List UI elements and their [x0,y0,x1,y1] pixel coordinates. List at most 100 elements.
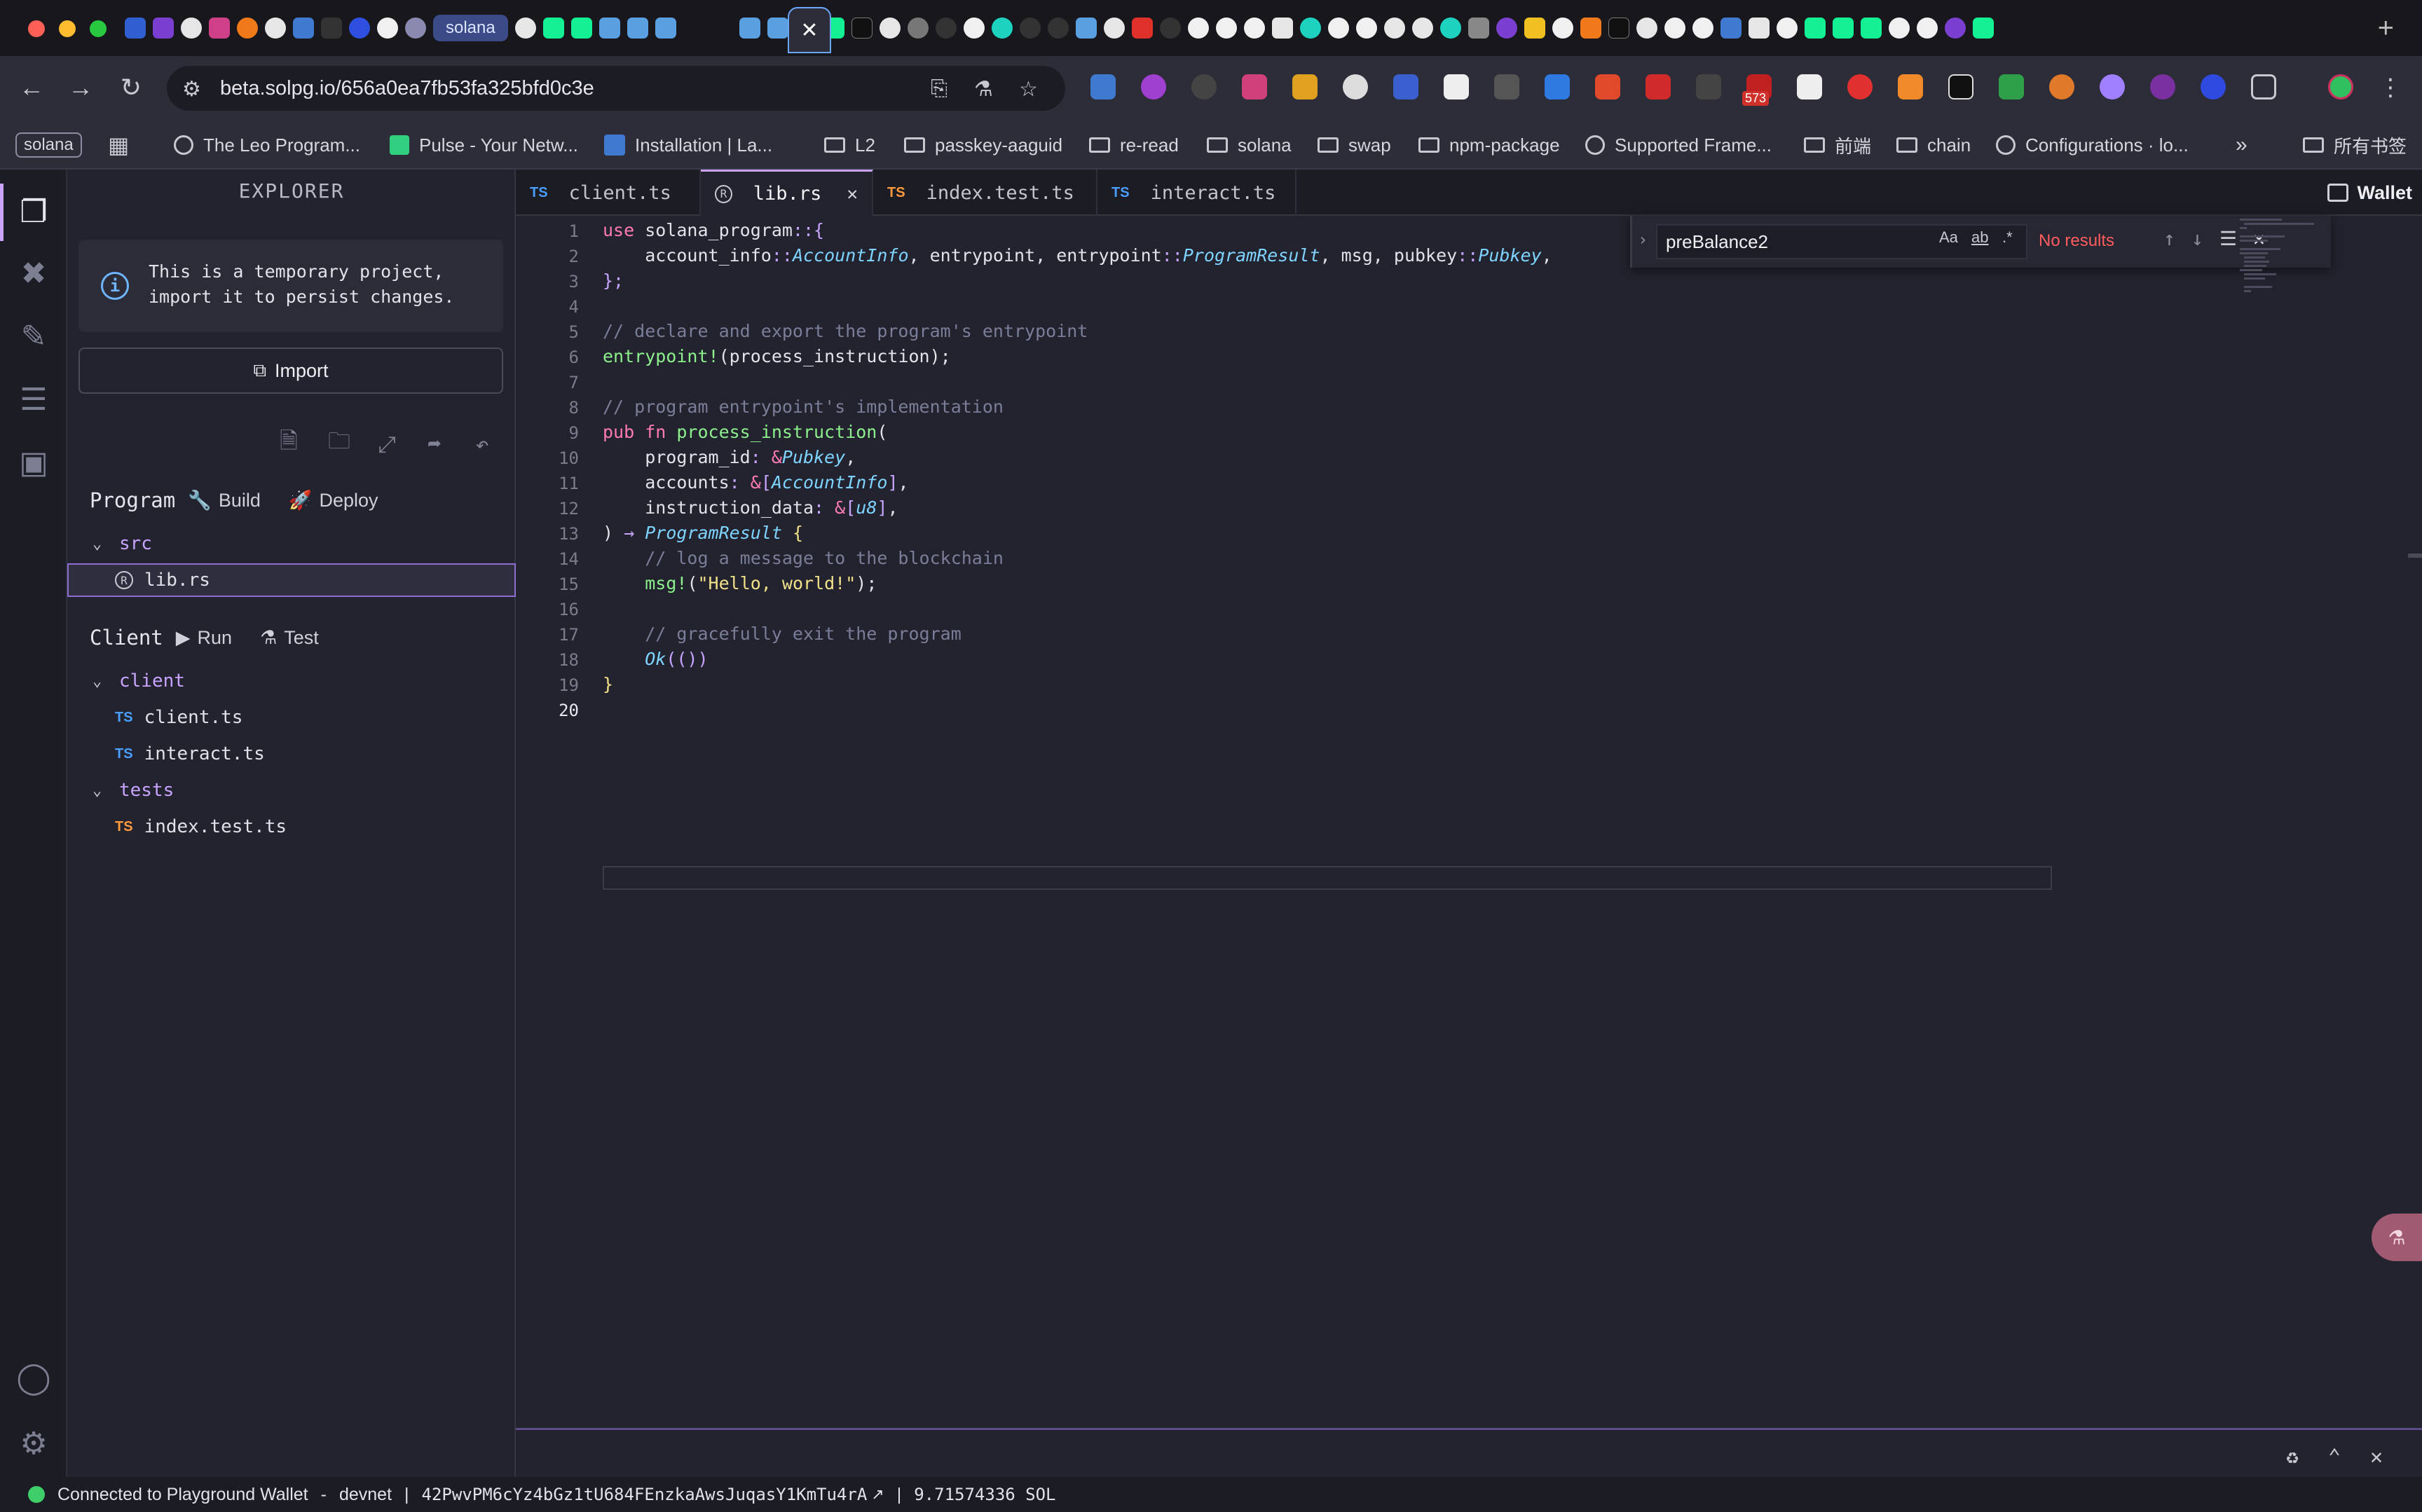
google-tab-icon[interactable] [1552,18,1573,39]
tab-favicon[interactable] [125,18,146,39]
github-tab-icon[interactable] [181,18,202,39]
regex-toggle[interactable]: .* [2002,228,2013,247]
tab-favicon[interactable] [1019,18,1041,39]
solana-tab-icon[interactable] [739,18,760,39]
apps-grid-icon[interactable]: ▦ [108,129,129,161]
tab-favicon[interactable] [991,18,1013,39]
tutorials-notebook-icon[interactable]: ☰ [14,380,53,419]
tab-favicon[interactable] [1299,18,1321,39]
forward-button[interactable]: → [64,71,97,104]
solpg-tab-icon[interactable] [1832,18,1854,39]
extension-icon[interactable] [1999,74,2024,99]
file-interact-ts[interactable]: TS interact.ts [67,737,516,771]
tab-favicon[interactable] [1271,18,1293,39]
tab-favicon[interactable] [1439,18,1461,39]
zoom-window-button[interactable] [90,20,107,37]
extension-icon[interactable] [1242,74,1267,99]
build-button[interactable]: 🔧 Build [188,489,261,511]
tab-favicon[interactable] [237,18,258,39]
extension-icon[interactable]: 573 [1742,74,1772,106]
extension-icon[interactable] [2100,74,2125,99]
dev-tab-icon[interactable] [851,18,873,39]
extensions-puzzle-icon[interactable] [2251,74,2276,99]
import-button[interactable]: ⧉ Import [78,348,503,394]
collapse-folders-icon[interactable]: ⤢ [373,430,401,458]
folder-tests[interactable]: ⌄ tests [67,774,516,807]
test-button[interactable]: ⚗ Test [260,627,319,649]
extension-icon[interactable] [1545,74,1570,99]
folder-src[interactable]: ⌄ src [67,527,516,561]
tab-favicon[interactable] [1159,18,1181,39]
extension-icon[interactable] [1292,74,1318,99]
reset-undo-icon[interactable]: ↶ [468,430,496,458]
bookmark-folder[interactable]: npm-package [1418,129,1560,161]
bookmark-item[interactable]: Pulse - Your Netw... [390,129,578,161]
google-tab-icon[interactable] [1888,18,1910,39]
solana-tab-icon[interactable] [767,18,788,39]
solana-tab-icon[interactable] [598,18,620,39]
github-tab-icon[interactable] [1383,18,1405,39]
extension-icon[interactable] [1646,74,1671,99]
solpg-tab-icon[interactable] [1804,18,1826,39]
bookmark-item[interactable]: Supported Frame... [1585,129,1772,161]
extension-icon[interactable] [1847,74,1873,99]
google-tab-icon[interactable] [1243,18,1265,39]
external-link-icon[interactable]: ↗ [871,1485,884,1504]
back-button[interactable]: ← [15,71,48,104]
minimize-window-button[interactable] [59,20,76,37]
solana-tab-icon[interactable] [1075,18,1097,39]
browser-menu-icon[interactable]: ⋮ [2374,71,2407,104]
find-in-selection-icon[interactable]: ☰ [2219,227,2237,250]
google-tab-icon[interactable] [963,18,985,39]
solpg-tab-icon[interactable] [570,18,592,39]
close-tab-icon[interactable]: ✕ [800,18,818,43]
extension-shield-icon[interactable] [2201,74,2226,99]
google-tab-icon[interactable] [1776,18,1798,39]
solana-tab-icon[interactable] [655,18,676,39]
google-tab-icon[interactable] [377,18,398,39]
close-tab-icon[interactable]: ✕ [847,184,858,205]
tab-favicon[interactable] [1103,18,1125,39]
bookmark-item[interactable]: Installation | La... [604,129,772,161]
vertical-scrollbar[interactable] [2408,554,2422,558]
match-case-toggle[interactable]: Aa [1939,228,1958,247]
bookmark-folder-all[interactable]: 所有书签 [2303,129,2407,161]
google-tab-icon[interactable] [1187,18,1209,39]
google-tab-icon[interactable] [1215,18,1237,39]
bookmark-item[interactable]: The Leo Program... [174,129,360,161]
close-panel-icon[interactable]: ✕ [2370,1445,2383,1469]
bookmark-folder[interactable]: swap [1318,129,1391,161]
extension-icon[interactable] [1595,74,1620,99]
maximize-panel-icon[interactable]: ⌃ [2328,1445,2341,1469]
bookmark-folder[interactable]: 前端 [1804,129,1871,161]
profile-avatar[interactable] [2328,74,2353,99]
active-browser-tab[interactable]: ✕ [788,7,831,53]
google-tab-icon[interactable] [1692,18,1713,39]
extension-icon[interactable] [1444,74,1469,99]
url-text[interactable]: beta.solpg.io/656a0ea7fb53fa325bfd0c3e [220,77,594,100]
tab-favicon[interactable] [935,18,957,39]
tab-favicon[interactable] [209,18,230,39]
solpg-tab-icon[interactable] [542,18,564,39]
new-folder-icon[interactable]: 🗀 [325,427,353,458]
tab-index-test-ts[interactable]: TS index.test.ts [873,170,1097,216]
tab-favicon[interactable] [1131,18,1153,39]
minimap[interactable] [2240,219,2317,303]
github-tab-icon[interactable] [514,18,536,39]
tab-favicon[interactable] [1047,18,1069,39]
toggle-replace-chevron-icon[interactable]: › [1638,230,1648,249]
extension-icon[interactable] [1696,74,1721,99]
terminal-clear-icon[interactable]: ♻ [2286,1445,2299,1469]
translate-floating-icon[interactable]: ⚗ [2372,1214,2422,1261]
tab-client-ts[interactable]: TS client.ts [516,170,701,216]
github-tab-icon[interactable] [1411,18,1433,39]
extension-icon[interactable] [1393,74,1418,99]
deploy-button[interactable]: 🚀 Deploy [289,489,378,511]
tab-favicon[interactable] [293,18,314,39]
more-bookmarks-chevron-icon[interactable]: » [2236,129,2247,161]
tab-favicon[interactable] [1467,18,1489,39]
bookmark-item[interactable]: Configurations · lo... [1996,129,2189,161]
tab-favicon[interactable] [1748,18,1770,39]
network-label[interactable]: devnet [339,1485,392,1505]
test-pen-icon[interactable]: ✎ [14,317,53,356]
